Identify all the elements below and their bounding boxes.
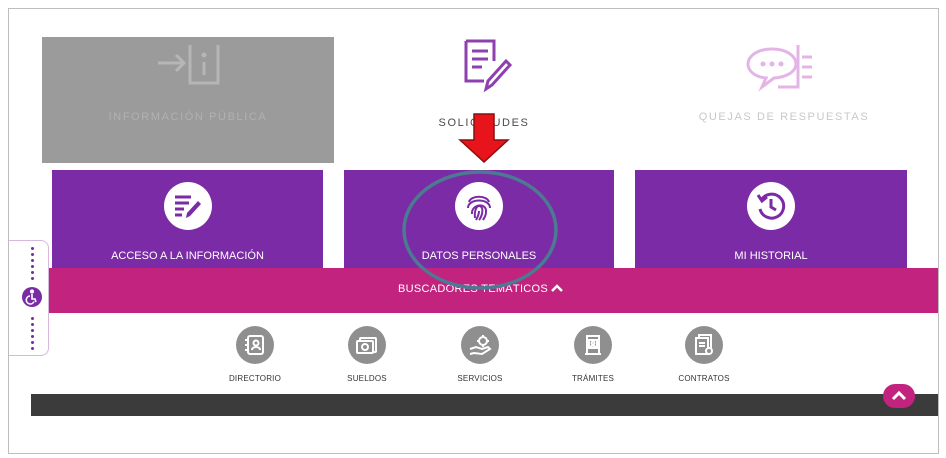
- hand-gear-icon: [461, 326, 499, 364]
- card-informacion-publica[interactable]: INFORMACIÓN PÚBLICA: [42, 37, 334, 163]
- handle-dot: [31, 259, 34, 262]
- card-label: SOLICITUDES: [438, 117, 530, 129]
- contract-icon: [685, 326, 723, 364]
- chat-list-icon: [746, 45, 812, 92]
- handle-dot: [31, 323, 34, 326]
- handle-dot: [31, 247, 34, 250]
- card-label: INFORMACIÓN PÚBLICA: [108, 111, 268, 123]
- id-card-icon: [574, 326, 612, 364]
- thematic-label: SERVICIOS: [457, 374, 503, 383]
- card-label: QUEJAS DE RESPUESTAS: [698, 111, 870, 123]
- card-label: ACCESO A LA INFORMACIÓN: [111, 250, 264, 262]
- money-icon: [348, 326, 386, 364]
- handle-dot: [31, 317, 34, 320]
- thematic-contratos[interactable]: CONTRATOS: [669, 326, 739, 383]
- card-datos-personales[interactable]: DATOS PERSONALES: [344, 170, 614, 268]
- handle-dot: [31, 265, 34, 268]
- thematic-servicios[interactable]: SERVICIOS: [445, 326, 515, 383]
- handle-dot: [31, 271, 34, 274]
- list-pencil-icon: [163, 182, 212, 230]
- thematic-tramites[interactable]: TRÁMITES: [558, 326, 628, 383]
- back-to-top-button[interactable]: [883, 384, 915, 408]
- card-label: MI HISTORIAL: [734, 250, 808, 262]
- document-pencil-icon: [464, 39, 513, 93]
- handle-dot: [31, 277, 34, 280]
- accessibility-tab[interactable]: [9, 240, 49, 356]
- top-cards-row: INFORMACIÓN PÚBLICA SOLICITUDES QUEJAS D…: [42, 37, 938, 163]
- card-label: DATOS PERSONALES: [421, 250, 537, 262]
- handle-dot: [31, 335, 34, 338]
- chevron-up-icon: [551, 284, 563, 292]
- card-solicitudes[interactable]: SOLICITUDES: [334, 37, 634, 163]
- thematic-icons-row: DIRECTORIO SUELDOS SERVICIOS TRÁMITES CO…: [48, 320, 938, 392]
- handle-dot: [31, 347, 34, 350]
- purple-cards-row: ACCESO A LA INFORMACIÓN DATOS PERSONALES…: [52, 170, 907, 268]
- info-arrow-icon: [158, 45, 220, 85]
- history-icon: [747, 182, 795, 230]
- thematic-label: CONTRATOS: [678, 374, 730, 383]
- handle-dot: [31, 341, 34, 344]
- handle-dot: [31, 253, 34, 256]
- card-acceso-a-la-informacion[interactable]: ACCESO A LA INFORMACIÓN: [52, 170, 323, 268]
- thematic-label: TRÁMITES: [571, 374, 615, 383]
- wheelchair-icon[interactable]: [22, 287, 42, 307]
- card-mi-historial[interactable]: MI HISTORIAL: [635, 170, 907, 268]
- buscadores-tematicos-toggle[interactable]: BUSCADORES TEMÁTICOS: [48, 268, 938, 313]
- buscadores-label: BUSCADORES TEMÁTICOS: [398, 283, 549, 295]
- contacts-icon: [236, 326, 274, 364]
- thematic-label: DIRECTORIO: [228, 374, 282, 383]
- chevron-up-icon: [891, 390, 907, 401]
- thematic-sueldos[interactable]: SUELDOS: [332, 326, 402, 383]
- thematic-label: SUELDOS: [347, 374, 387, 383]
- handle-dot: [31, 329, 34, 332]
- fingerprint-icon: [455, 182, 503, 230]
- card-quejas-de-respuestas[interactable]: QUEJAS DE RESPUESTAS: [634, 37, 934, 163]
- thematic-directorio[interactable]: DIRECTORIO: [220, 326, 290, 383]
- footer-bar: [31, 394, 938, 416]
